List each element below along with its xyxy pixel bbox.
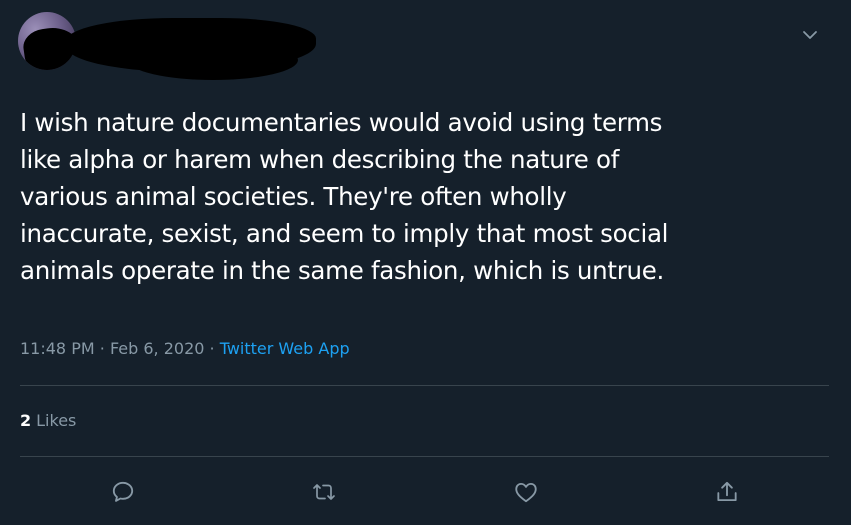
tweet-metadata: 11:48 PM · Feb 6, 2020 · Twitter Web App	[20, 339, 350, 358]
chevron-down-icon	[803, 31, 817, 39]
tweet-header	[18, 10, 833, 82]
tweet-text-line: inaccurate, sexist, and seem to imply th…	[20, 219, 669, 248]
meta-separator: ·	[209, 339, 215, 358]
tweet-text-line: various animal societies. They're often …	[20, 182, 567, 211]
tweet-text-line: I wish nature documentaries would avoid …	[20, 108, 663, 137]
tweet-actions	[0, 472, 851, 512]
tweet-text-line: animals operate in the same fashion, whi…	[20, 256, 664, 285]
retweet-button[interactable]	[306, 474, 342, 510]
reply-icon	[112, 481, 134, 502]
divider	[20, 456, 829, 457]
meta-separator: ·	[99, 339, 105, 358]
like-button[interactable]	[508, 474, 544, 510]
share-icon	[717, 481, 737, 502]
retweet-icon	[313, 484, 335, 500]
tweet-time[interactable]: 11:48 PM	[20, 339, 95, 358]
tweet-date[interactable]: Feb 6, 2020	[110, 339, 204, 358]
more-options-button[interactable]	[799, 24, 821, 46]
tweet-text-line: like alpha or harem when describing the …	[20, 145, 620, 174]
share-button[interactable]	[709, 474, 745, 510]
redacted-handle	[128, 40, 298, 80]
tweet-text: I wish nature documentaries would avoid …	[20, 104, 820, 289]
tweet-card: I wish nature documentaries would avoid …	[0, 0, 851, 525]
likes-label: Likes	[36, 411, 77, 430]
heart-icon	[515, 482, 537, 503]
likes-stat[interactable]: 2 Likes	[20, 411, 76, 430]
divider	[20, 385, 829, 386]
tweet-source-link[interactable]: Twitter Web App	[220, 339, 350, 358]
likes-count: 2	[20, 411, 32, 430]
reply-button[interactable]	[105, 474, 141, 510]
